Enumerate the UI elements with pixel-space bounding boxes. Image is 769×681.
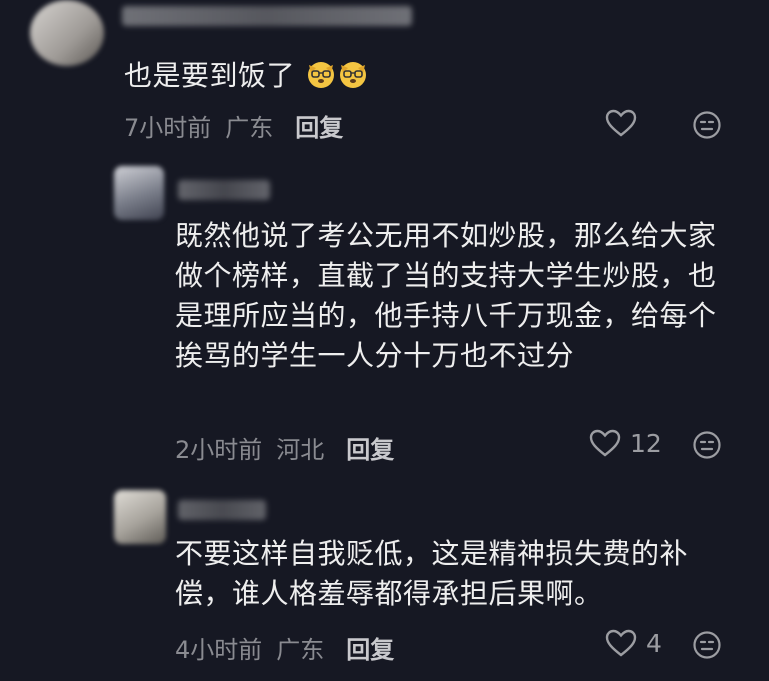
dog-face-emoji-icon [308,62,335,88]
reply-button[interactable]: 回复 [295,108,343,143]
comment-item: 不要这样自我贬低，这是精神损失费的补偿，谁人格羞辱都得承担后果啊。 4小时前 广… [0,480,769,681]
emoji-reaction-icon[interactable] [692,430,722,460]
reply-button[interactable]: 回复 [346,430,394,465]
location: 广东 [225,114,274,142]
reply-button[interactable]: 回复 [346,630,394,665]
comment-meta: 2小时前 河北 回复 [175,430,394,465]
username-blurred[interactable] [178,500,266,520]
comment-text: 也是要到饭了 [124,56,368,96]
comment-meta: 4小时前 广东 回复 [175,630,394,665]
like-button[interactable] [604,108,646,138]
avatar[interactable] [114,490,166,544]
like-count: 4 [646,628,662,658]
comment-text: 既然他说了考公无用不如炒股，那么给大家做个榜样，直截了当的支持大学生炒股，也是理… [175,219,717,372]
username-blurred[interactable] [122,6,412,26]
like-count: 12 [630,428,662,458]
heart-icon [605,109,637,137]
like-button[interactable]: 12 [588,428,662,458]
avatar[interactable] [30,0,104,66]
emoji-reaction-icon[interactable] [692,110,722,140]
avatar[interactable] [114,166,164,220]
dog-face-emoji-icon [340,62,367,88]
username-blurred[interactable] [178,180,270,200]
heart-icon [589,429,621,457]
timestamp: 4小时前 [175,636,263,664]
timestamp: 7小时前 [124,114,212,142]
heart-icon [605,629,637,657]
comment-meta: 7小时前 广东 回复 [124,108,343,143]
like-button[interactable]: 4 [604,628,662,658]
emoji-reaction-icon[interactable] [692,630,722,660]
location: 河北 [276,436,325,464]
comment-text: 不要这样自我贬低，这是精神损失费的补偿，谁人格羞辱都得承担后果啊。 [175,537,689,610]
comment-item: 也是要到饭了 7小时前 广东 回复 [0,0,769,160]
timestamp: 2小时前 [175,436,263,464]
location: 广东 [276,636,325,664]
comment-item: 既然他说了考公无用不如炒股，那么给大家做个榜样，直截了当的支持大学生炒股，也是理… [0,160,769,480]
